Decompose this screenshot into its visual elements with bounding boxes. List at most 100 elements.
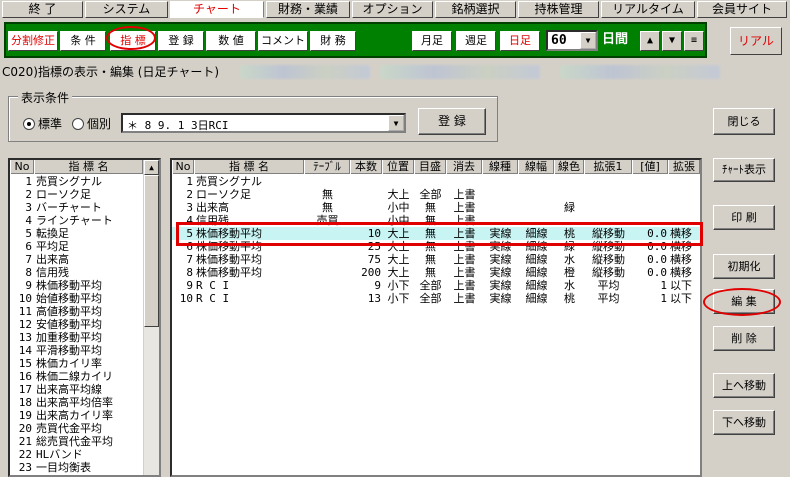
list-item[interactable]: 10 始値移動平均 (10, 292, 143, 305)
list-item[interactable]: 6 平均足 (10, 240, 143, 253)
list-item[interactable]: 17 出来高平均線 (10, 383, 143, 396)
header-ext2[interactable]: 拡張 (668, 160, 700, 174)
table-row[interactable]: 5 株価移動平均 10 大上 無 上書 実線 細線 桃 縦移動 0.0 横移 (172, 227, 700, 240)
menu-system[interactable]: システム (85, 1, 168, 18)
list-item[interactable]: 8 信用残 (10, 266, 143, 279)
initialize-button[interactable]: 初期化 (713, 254, 775, 279)
indicator-list[interactable]: No 指 標 名 1 売買シグナル 2 ローソク足 3 バーチャート 4 ラインチャート 5 転換… (8, 158, 161, 477)
table-row[interactable]: 1 売買シグナル (172, 175, 700, 188)
header-count[interactable]: 本数 (350, 160, 382, 174)
comment-button[interactable]: コメント (258, 31, 308, 51)
header-value[interactable]: [値] (632, 160, 668, 174)
indicator-button[interactable]: 指 標 (110, 31, 156, 51)
header-no[interactable]: No (172, 160, 194, 174)
list-item[interactable]: 9 株価移動平均 (10, 279, 143, 292)
radio-standard[interactable] (23, 118, 35, 130)
cell-no: 3 (186, 201, 193, 214)
radio-individual[interactable] (72, 118, 84, 130)
values-button[interactable]: 数 値 (206, 31, 256, 51)
header-ext1[interactable]: 拡張1 (584, 160, 632, 174)
header-name[interactable]: 指 標 名 (34, 160, 143, 174)
scroll-thumb[interactable] (144, 175, 159, 327)
list-item[interactable]: 23 一目均衡表 (10, 461, 143, 474)
list-item[interactable]: 15 株価カイリ率 (10, 357, 143, 370)
header-position[interactable]: 位置 (382, 160, 414, 174)
table-row[interactable]: 6 株価移動平均 25 大上 無 上書 実線 細線 緑 縦移動 0.0 横移 (172, 240, 700, 253)
list-item-no: 22 (18, 448, 32, 461)
list-item[interactable]: 21 総売買代金平均 (10, 435, 143, 448)
split-adjust-button[interactable]: 分割修正 (8, 31, 58, 51)
chevron-down-icon[interactable]: ▼ (388, 115, 404, 131)
cell-scale: 無 (425, 253, 436, 266)
list-item[interactable]: 11 高値移動平均 (10, 305, 143, 318)
count-select[interactable]: 60 ▼ (546, 30, 598, 51)
table-row[interactable]: 10 R C I 13 小下 全部 上書 実線 細線 桃 平均 1 以下 (172, 292, 700, 305)
list-item[interactable]: 12 安値移動平均 (10, 318, 143, 331)
scroll-up-icon[interactable]: ▲ (144, 160, 159, 175)
realtime-button[interactable]: リアル (730, 27, 782, 55)
edit-button[interactable]: 編 集 (713, 289, 775, 314)
list-item-name: 一目均衡表 (36, 461, 91, 474)
conditions-button[interactable]: 条 件 (60, 31, 106, 51)
menu-option[interactable]: オプション (352, 1, 433, 18)
header-erase[interactable]: 消去 (446, 160, 482, 174)
list-item[interactable]: 19 出来高カイリ率 (10, 409, 143, 422)
menu-chart[interactable]: チャート (170, 1, 264, 18)
cell-count (352, 188, 381, 201)
table-row[interactable]: 4 信用残 売買 小中 無 上書 (172, 214, 700, 227)
list-item[interactable]: 14 平滑移動平均 (10, 344, 143, 357)
header-name[interactable]: 指 標 名 (194, 160, 304, 174)
cell-position: 大上 (387, 253, 410, 266)
arrow-up-icon[interactable]: ▲ (640, 31, 660, 51)
preset-select[interactable]: ＊ 8 9. 1 3日RCI ▼ (121, 113, 406, 133)
monthly-button[interactable]: 月足 (412, 31, 452, 51)
menu-holdings[interactable]: 持株管理 (518, 1, 599, 18)
close-button[interactable]: 閉じる (713, 108, 775, 135)
list-item[interactable]: 18 出来高平均倍率 (10, 396, 143, 409)
menu-stock-select[interactable]: 銘柄選択 (435, 1, 516, 18)
list-item[interactable]: 1 売買シグナル (10, 175, 143, 188)
finance-button[interactable]: 財 務 (310, 31, 356, 51)
indicator-table[interactable]: No 指 標 名ﾃｰﾌﾞﾙ 本数 位置 目盛 消去 線種 線幅 線色 拡張1 [値] 拡張 1 売買シグ… (170, 158, 702, 477)
list-item[interactable]: 3 バーチャート (10, 201, 143, 214)
header-line-width[interactable]: 線幅 (518, 160, 554, 174)
list-item[interactable]: 22 HLバンド (10, 448, 143, 461)
header-line-type[interactable]: 線種 (482, 160, 518, 174)
move-up-button[interactable]: 上へ移動 (713, 373, 775, 398)
cell-table (306, 227, 349, 240)
menu-finance[interactable]: 財務・業績 (266, 1, 350, 18)
register-button[interactable]: 登 録 (158, 31, 204, 51)
header-table[interactable]: ﾃｰﾌﾞﾙ (304, 160, 350, 174)
cell-ext1: 平均 (597, 279, 620, 292)
list-item[interactable]: 2 ローソク足 (10, 188, 143, 201)
register-preset-button[interactable]: 登 録 (418, 108, 486, 135)
indicator-list-scrollbar[interactable]: ▲ (143, 160, 159, 475)
arrow-down-icon[interactable]: ▼ (662, 31, 682, 51)
print-button[interactable]: 印 刷 (713, 205, 775, 230)
cell-table: 売買 (316, 214, 339, 227)
weekly-button[interactable]: 週足 (456, 31, 496, 51)
list-item[interactable]: 4 ラインチャート (10, 214, 143, 227)
list-icon[interactable]: ≡ (684, 31, 704, 51)
table-row[interactable]: 2 ローソク足 無 大上 全部 上書 (172, 188, 700, 201)
table-row[interactable]: 3 出来高 無 小中 無 上書 緑 (172, 201, 700, 214)
list-item[interactable]: 16 株価二線カイリ (10, 370, 143, 383)
daily-button[interactable]: 日足 (500, 31, 540, 51)
header-no[interactable]: No (10, 160, 34, 174)
menu-exit[interactable]: 終 了 (2, 1, 83, 18)
table-row[interactable]: 7 株価移動平均 75 大上 無 上書 実線 細線 水 縦移動 0.0 横移 (172, 253, 700, 266)
menu-realtime[interactable]: リアルタイム (601, 1, 695, 18)
header-line-color[interactable]: 線色 (554, 160, 584, 174)
header-scale[interactable]: 目盛 (414, 160, 446, 174)
list-item[interactable]: 5 転換足 (10, 227, 143, 240)
chart-display-button[interactable]: ﾁｬｰﾄ表示 (713, 158, 775, 182)
list-item[interactable]: 7 出来高 (10, 253, 143, 266)
menu-member-site[interactable]: 会員サイト (697, 1, 787, 18)
list-item[interactable]: 13 加重移動平均 (10, 331, 143, 344)
chevron-down-icon[interactable]: ▼ (580, 32, 596, 49)
table-row[interactable]: 9R C I 9 小下 全部 上書 実線 細線水平均 1 以下 (172, 279, 700, 292)
delete-button[interactable]: 削 除 (713, 326, 775, 351)
table-row[interactable]: 8 株価移動平均 200 大上 無 上書 実線 細線 橙 縦移動 0.0 横移 (172, 266, 700, 279)
list-item[interactable]: 20 売買代金平均 (10, 422, 143, 435)
move-down-button[interactable]: 下へ移動 (713, 410, 775, 435)
